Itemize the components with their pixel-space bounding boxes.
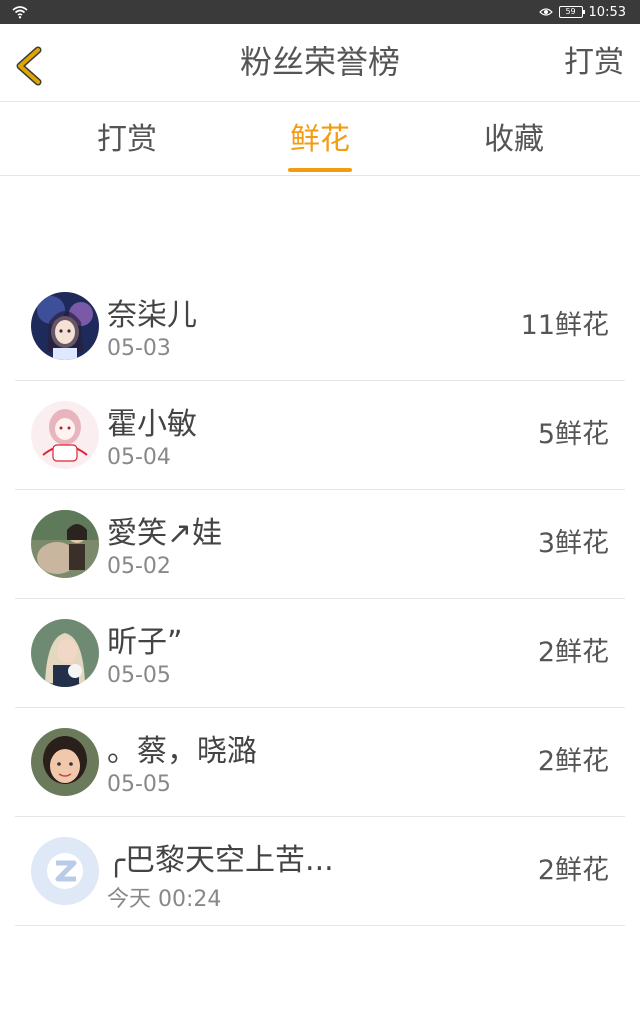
list-item[interactable]: 昕子” 05-05 2鲜花 bbox=[15, 599, 625, 708]
fan-list: 奈柒儿 05-03 11鲜花 霍小敏 05-04 5鲜花 愛笑↗娃 05-02 … bbox=[15, 272, 625, 926]
battery-level: 59 bbox=[565, 7, 576, 16]
list-item[interactable]: 霍小敏 05-04 5鲜花 bbox=[15, 381, 625, 490]
list-item[interactable]: 愛笑↗娃 05-02 3鲜花 bbox=[15, 490, 625, 599]
flower-count: 2鲜花 bbox=[537, 637, 609, 668]
avatar bbox=[31, 401, 99, 469]
fan-name: ╭巴黎天空上苦... bbox=[107, 843, 334, 878]
flower-count: 5鲜花 bbox=[537, 419, 609, 450]
list-item[interactable]: 。蔡，晓潞 05-05 2鲜花 bbox=[15, 708, 625, 817]
reward-button[interactable]: 打赏 bbox=[564, 24, 624, 101]
tab-flowers[interactable]: 鲜花 bbox=[240, 102, 400, 175]
eye-icon bbox=[538, 8, 553, 16]
flower-count: 11鲜花 bbox=[520, 310, 609, 341]
fan-name: 。蔡，晓潞 bbox=[107, 734, 257, 769]
tab-label: 收藏 bbox=[484, 122, 544, 157]
flower-count: 2鲜花 bbox=[537, 746, 609, 777]
avatar bbox=[31, 292, 99, 360]
list-item[interactable]: ╭巴黎天空上苦... 今天 00:24 2鲜花 bbox=[15, 817, 625, 926]
avatar bbox=[31, 510, 99, 578]
fan-name: 奈柒儿 bbox=[107, 298, 197, 333]
tab-label: 鲜花 bbox=[290, 122, 350, 157]
fan-date: 05-05 bbox=[107, 663, 171, 688]
tab-reward[interactable]: 打赏 bbox=[47, 102, 207, 175]
active-tab-indicator bbox=[288, 168, 352, 172]
fan-date: 05-05 bbox=[107, 772, 171, 797]
flower-count: 2鲜花 bbox=[537, 855, 609, 886]
fan-date: 05-04 bbox=[107, 445, 171, 470]
clock: 10:53 bbox=[588, 4, 626, 20]
list-item[interactable]: 奈柒儿 05-03 11鲜花 bbox=[15, 272, 625, 381]
status-bar: 59 10:53 bbox=[0, 0, 640, 24]
tab-bar: 打赏 鲜花 收藏 bbox=[0, 102, 640, 176]
header: 粉丝荣誉榜 打赏 bbox=[0, 24, 640, 102]
page-title: 粉丝荣誉榜 bbox=[239, 43, 400, 81]
fan-name: 昕子” bbox=[107, 625, 183, 660]
avatar bbox=[31, 619, 99, 687]
flower-count: 3鲜花 bbox=[537, 528, 609, 559]
back-arrow-icon[interactable] bbox=[12, 46, 46, 86]
wifi-icon bbox=[12, 6, 28, 19]
battery-icon: 59 bbox=[558, 6, 585, 18]
avatar bbox=[31, 728, 99, 796]
fan-name: 霍小敏 bbox=[107, 407, 197, 442]
fan-date: 05-03 bbox=[107, 336, 171, 361]
fan-name: 愛笑↗娃 bbox=[107, 516, 223, 551]
fan-date: 今天 00:24 bbox=[107, 887, 222, 912]
tab-label: 打赏 bbox=[97, 122, 157, 157]
default-avatar-icon bbox=[31, 837, 99, 905]
fan-date: 05-02 bbox=[107, 554, 171, 579]
tab-favorites[interactable]: 收藏 bbox=[434, 102, 594, 175]
